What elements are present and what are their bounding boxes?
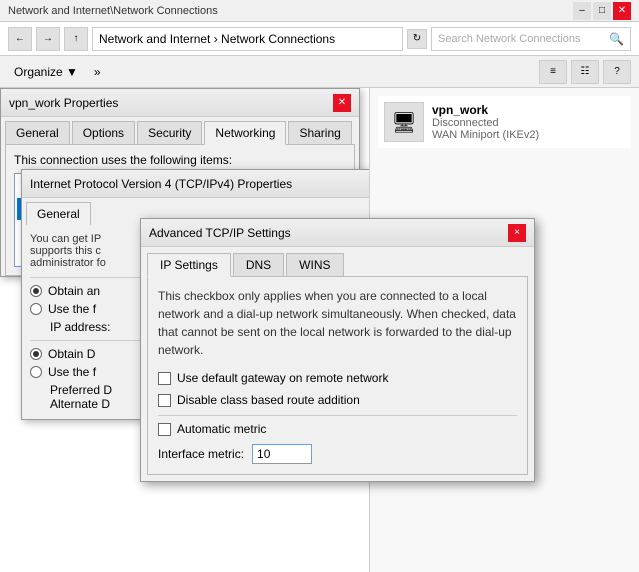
maximize-button[interactable]: □: [593, 2, 611, 20]
ipv4-tab-general[interactable]: General: [26, 202, 91, 225]
checkbox-row-3: Automatic metric: [158, 422, 517, 436]
network-icon: 🖥: [384, 102, 424, 142]
title-bar: Network and Internet\Network Connections…: [0, 0, 639, 22]
use-following-label: Use the f: [48, 302, 96, 316]
advanced-tcpip-dialog: Advanced TCP/IP Settings × IP Settings D…: [140, 218, 535, 482]
conn-label: This connection uses the following items…: [14, 153, 346, 167]
network-item: 🖥 vpn_work Disconnected WAN Miniport (IK…: [378, 96, 631, 148]
checkbox-row-1: Use default gateway on remote network: [158, 371, 517, 385]
metric-input[interactable]: [252, 444, 312, 464]
up-button[interactable]: ↑: [64, 27, 88, 51]
network-name: vpn_work: [432, 103, 539, 117]
checkbox-route-label: Disable class based route addition: [177, 393, 360, 407]
ipv4-title-bar: Internet Protocol Version 4 (TCP/IPv4) P…: [22, 170, 370, 198]
back-button[interactable]: ←: [8, 27, 32, 51]
obtain-auto-label: Obtain an: [48, 284, 100, 298]
vpn-close-button[interactable]: ✕: [333, 94, 351, 112]
metric-label: Interface metric:: [158, 447, 244, 461]
adv-tab-dns[interactable]: DNS: [233, 253, 284, 276]
search-icon: 🔍: [609, 32, 624, 46]
advanced-content: This checkbox only applies when you are …: [147, 276, 528, 475]
tab-general[interactable]: General: [5, 121, 70, 144]
checkbox-route[interactable]: [158, 394, 171, 407]
address-bar: ← → ↑ Network and Internet › Network Con…: [0, 22, 639, 56]
network-status: Disconnected: [432, 117, 539, 129]
advanced-tabs: IP Settings DNS WINS: [141, 247, 534, 276]
advanced-title-text: Advanced TCP/IP Settings: [149, 226, 291, 240]
window-controls: – □ ✕: [573, 2, 631, 20]
radio-obtain-auto[interactable]: [30, 285, 42, 297]
checkbox-gateway[interactable]: [158, 372, 171, 385]
advanced-title-bar: Advanced TCP/IP Settings ×: [141, 219, 534, 247]
vpn-title-bar: vpn_work Properties ✕: [1, 89, 359, 117]
tab-security[interactable]: Security: [137, 121, 202, 144]
ipv4-title-text: Internet Protocol Version 4 (TCP/IPv4) P…: [30, 177, 292, 191]
search-placeholder: Search Network Connections: [438, 33, 580, 45]
radio-use-dns[interactable]: [30, 366, 42, 378]
checkbox-gateway-label: Use default gateway on remote network: [177, 371, 388, 385]
advanced-description: This checkbox only applies when you are …: [158, 287, 517, 359]
checkbox-metric[interactable]: [158, 423, 171, 436]
address-path[interactable]: Network and Internet › Network Connectio…: [92, 27, 403, 51]
advanced-close-button[interactable]: ×: [508, 224, 526, 242]
checkbox-row-2: Disable class based route addition: [158, 393, 517, 407]
metric-row: Interface metric:: [158, 444, 517, 464]
close-window-button[interactable]: ✕: [613, 2, 631, 20]
use-dns-label: Use the f: [48, 365, 96, 379]
view-button[interactable]: ≡: [539, 60, 567, 84]
adv-tab-wins[interactable]: WINS: [286, 253, 343, 276]
network-type: WAN Miniport (IKEv2): [432, 129, 539, 141]
monitor-icon: 🖥: [391, 110, 416, 135]
adv-tab-ip[interactable]: IP Settings: [147, 253, 231, 277]
tab-networking[interactable]: Networking: [204, 121, 286, 145]
network-info: vpn_work Disconnected WAN Miniport (IKEv…: [432, 103, 539, 141]
organize-button[interactable]: Organize ▼: [8, 61, 84, 83]
vpn-tabs: General Options Security Networking Shar…: [1, 117, 359, 144]
title-text: Network and Internet\Network Connections: [8, 5, 218, 17]
radio-use-following[interactable]: [30, 303, 42, 315]
panel-button[interactable]: ☷: [571, 60, 599, 84]
tab-options[interactable]: Options: [72, 121, 135, 144]
checkbox-metric-label: Automatic metric: [177, 422, 266, 436]
more-button[interactable]: »: [88, 61, 107, 83]
radio-obtain-dns[interactable]: [30, 348, 42, 360]
search-box[interactable]: Search Network Connections 🔍: [431, 27, 631, 51]
main-area: vpn_work Properties ✕ General Options Se…: [0, 88, 639, 572]
forward-button[interactable]: →: [36, 27, 60, 51]
help-button[interactable]: ?: [603, 60, 631, 84]
vpn-title-text: vpn_work Properties: [9, 96, 118, 110]
obtain-dns-label: Obtain D: [48, 347, 95, 361]
tab-sharing[interactable]: Sharing: [288, 121, 351, 144]
refresh-button[interactable]: ↻: [407, 29, 427, 49]
minimize-button[interactable]: –: [573, 2, 591, 20]
toolbar: Organize ▼ » ≡ ☷ ?: [0, 56, 639, 88]
